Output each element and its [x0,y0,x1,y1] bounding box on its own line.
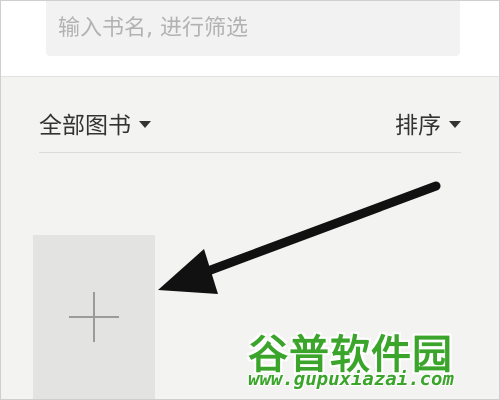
caret-down-icon [449,120,461,128]
watermark-url: www.gupuxiazai.com [248,368,454,390]
sort-dropdown[interactable]: 排序 [395,106,461,140]
book-search-input[interactable] [46,0,460,56]
category-dropdown[interactable]: 全部图书 [39,106,151,140]
watermark: 谷普软件园 www.gupuxiazai.com [248,322,494,394]
search-bar [0,0,500,77]
sort-dropdown-label: 排序 [395,113,441,139]
caret-down-icon [139,120,151,128]
filter-bar: 全部图书 排序 [39,100,461,153]
plus-icon [69,292,119,342]
add-book-button[interactable] [33,235,155,400]
category-dropdown-label: 全部图书 [39,113,131,139]
